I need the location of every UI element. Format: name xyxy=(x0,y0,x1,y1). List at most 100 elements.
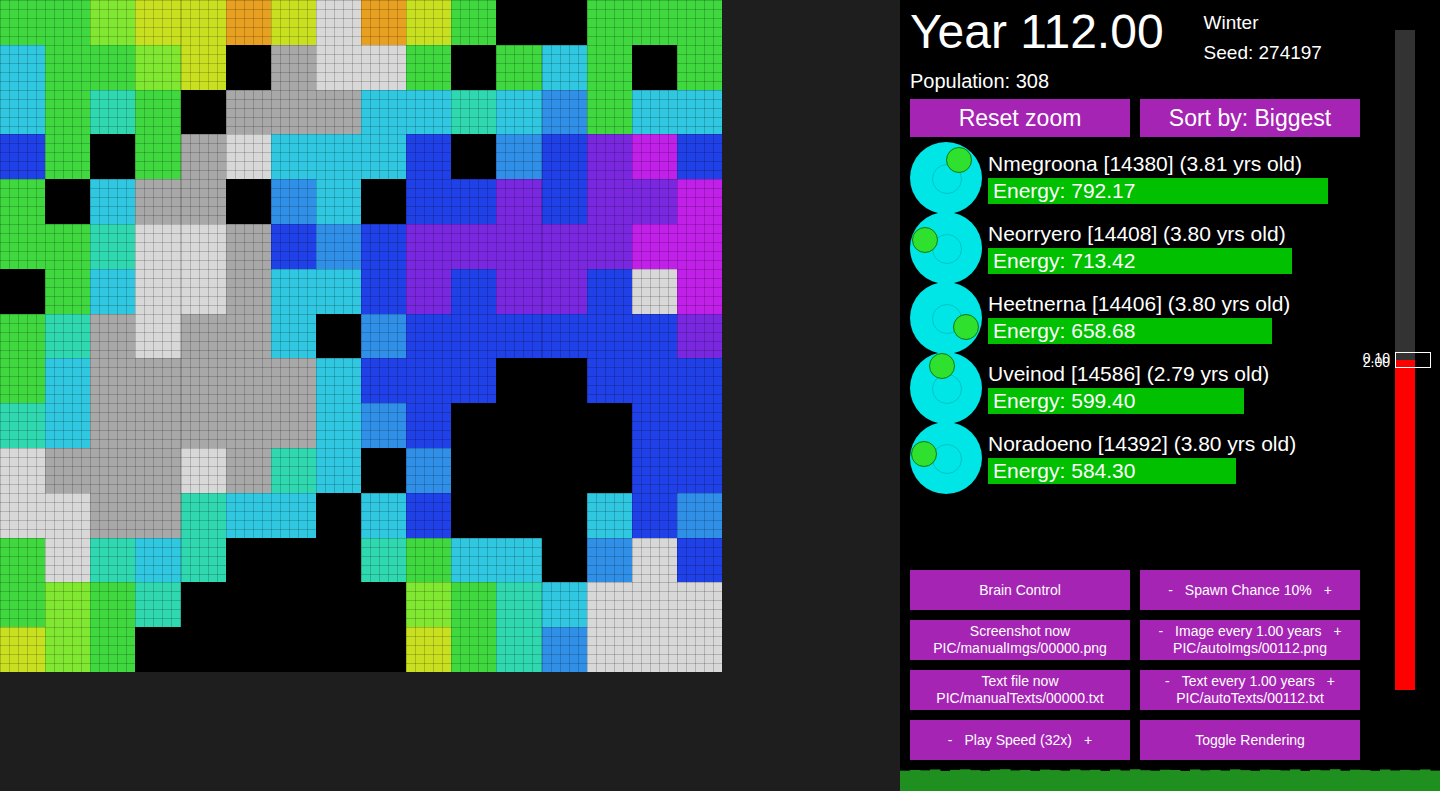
minus-button[interactable]: - xyxy=(1165,673,1170,690)
terrain-tile xyxy=(632,269,677,314)
stepper-line: -Text every 1.00 years + xyxy=(1165,673,1335,690)
control-button[interactable]: -Image every 1.00 years+PIC/autoImgs/001… xyxy=(1140,620,1360,660)
terrain-tile xyxy=(316,448,361,493)
terrain-tile xyxy=(90,403,135,448)
terrain-tile xyxy=(451,582,496,627)
energy-bar: Energy: 599.40 xyxy=(988,388,1388,414)
terrain-tile xyxy=(632,448,677,493)
graph-bar xyxy=(1190,769,1201,791)
terrain-tile xyxy=(135,538,180,583)
graph-bar xyxy=(1280,770,1291,791)
top-buttons: Reset zoom Sort by: Biggest xyxy=(910,99,1390,137)
plus-button[interactable]: + xyxy=(1324,582,1332,599)
terrain-tile xyxy=(677,627,722,672)
terrain-tile xyxy=(45,134,90,179)
control-button[interactable]: Brain Control xyxy=(910,570,1130,610)
terrain-tile xyxy=(406,90,451,135)
terrain-tile xyxy=(90,448,135,493)
terrain-tile xyxy=(587,538,632,583)
terrain-tile xyxy=(677,134,722,179)
control-path: PIC/manualImgs/00000.png xyxy=(933,640,1107,657)
graph-bar xyxy=(1200,770,1211,791)
control-button[interactable]: -Play Speed (32x) + xyxy=(910,720,1130,760)
creature-icon xyxy=(910,422,982,494)
control-label: Text every 1.00 years xyxy=(1182,673,1315,690)
graph-bar xyxy=(1090,770,1101,791)
temperature-slider[interactable]: 0.102.00 xyxy=(1395,30,1415,690)
terrain-tile xyxy=(316,224,361,269)
terrain-tile xyxy=(632,538,677,583)
graph-bar xyxy=(1400,770,1411,791)
terrain-tile xyxy=(181,269,226,314)
terrain-tile xyxy=(0,269,45,314)
control-button[interactable]: -Text every 1.00 years+PIC/autoTexts/001… xyxy=(1140,670,1360,710)
terrain-tile xyxy=(406,582,451,627)
terrain-tile xyxy=(271,403,316,448)
terrain-tile xyxy=(226,627,271,672)
terrain-tile xyxy=(90,134,135,179)
terrain-tile xyxy=(226,538,271,583)
graph-bar xyxy=(990,770,1001,791)
graph-bar xyxy=(1320,770,1331,791)
terrain-tile xyxy=(451,448,496,493)
terrain-tile xyxy=(135,403,180,448)
terrain-tile xyxy=(226,224,271,269)
terrain-tile xyxy=(451,0,496,45)
terrain-tile xyxy=(135,0,180,45)
terrain-tile xyxy=(587,45,632,90)
graph-bar xyxy=(1270,770,1281,791)
top-button[interactable]: Sort by: Biggest xyxy=(1140,99,1360,137)
control-button[interactable]: Text file nowPIC/manualTexts/00000.txt xyxy=(910,670,1130,710)
top-button[interactable]: Reset zoom xyxy=(910,99,1130,137)
creature-row[interactable]: Noradoeno [14392] (3.80 yrs old)Energy: … xyxy=(910,423,1390,493)
terrain-tile xyxy=(496,314,541,359)
energy-bar: Energy: 584.30 xyxy=(988,458,1388,484)
terrain-tile xyxy=(677,448,722,493)
terrain-tile xyxy=(406,493,451,538)
seed-label: Seed: 274197 xyxy=(1204,42,1322,64)
terrain-tile xyxy=(361,224,406,269)
creature-ring-icon xyxy=(932,444,962,474)
terrain-tile xyxy=(0,179,45,224)
plus-button[interactable]: + xyxy=(1333,623,1341,640)
creature-row[interactable]: Neorryero [14408] (3.80 yrs old)Energy: … xyxy=(910,213,1390,283)
terrain-tile xyxy=(271,45,316,90)
terrain-tile xyxy=(226,403,271,448)
control-button[interactable]: Toggle Rendering xyxy=(1140,720,1360,760)
terrain-tile xyxy=(587,90,632,135)
minus-button[interactable]: - xyxy=(948,732,953,749)
creature-row[interactable]: Heetnerna [14406] (3.80 yrs old)Energy: … xyxy=(910,283,1390,353)
plus-button[interactable]: + xyxy=(1084,732,1092,749)
control-label: Text file now xyxy=(981,673,1058,690)
graph-bar xyxy=(1180,771,1191,791)
terrain-tile xyxy=(271,493,316,538)
control-label: Play Speed (32x) xyxy=(965,732,1072,749)
plus-button[interactable]: + xyxy=(1327,673,1335,690)
graph-bar xyxy=(970,770,981,791)
terrain-tile xyxy=(632,314,677,359)
control-button[interactable]: Screenshot nowPIC/manualImgs/00000.png xyxy=(910,620,1130,660)
minus-button[interactable]: - xyxy=(1168,582,1173,599)
energy-label: Energy: 792.17 xyxy=(988,178,1388,204)
terrain-tile xyxy=(542,582,587,627)
terrain-tile xyxy=(316,0,361,45)
control-button[interactable]: -Spawn Chance 10%+ xyxy=(1140,570,1360,610)
terrain-tile xyxy=(587,134,632,179)
terrain-tile xyxy=(0,0,45,45)
terrain-tile xyxy=(587,403,632,448)
minus-button[interactable]: - xyxy=(1158,623,1163,640)
terrain-tile xyxy=(271,269,316,314)
graph-bar xyxy=(1060,771,1071,791)
terrain-tile xyxy=(496,493,541,538)
terrain-tile xyxy=(226,448,271,493)
graph-bar xyxy=(1410,770,1421,791)
terrain-tile xyxy=(677,224,722,269)
terrain-tile xyxy=(90,45,135,90)
terrain-tile xyxy=(496,627,541,672)
creature-row[interactable]: Uveinod [14586] (2.79 yrs old)Energy: 59… xyxy=(910,353,1390,423)
slider-handle[interactable]: 0.102.00 xyxy=(1395,352,1431,368)
creature-eye-icon xyxy=(929,353,955,379)
creature-row[interactable]: Nmegroona [14380] (3.81 yrs old)Energy: … xyxy=(910,143,1390,213)
world-map[interactable] xyxy=(0,0,722,672)
terrain-tile xyxy=(90,224,135,269)
